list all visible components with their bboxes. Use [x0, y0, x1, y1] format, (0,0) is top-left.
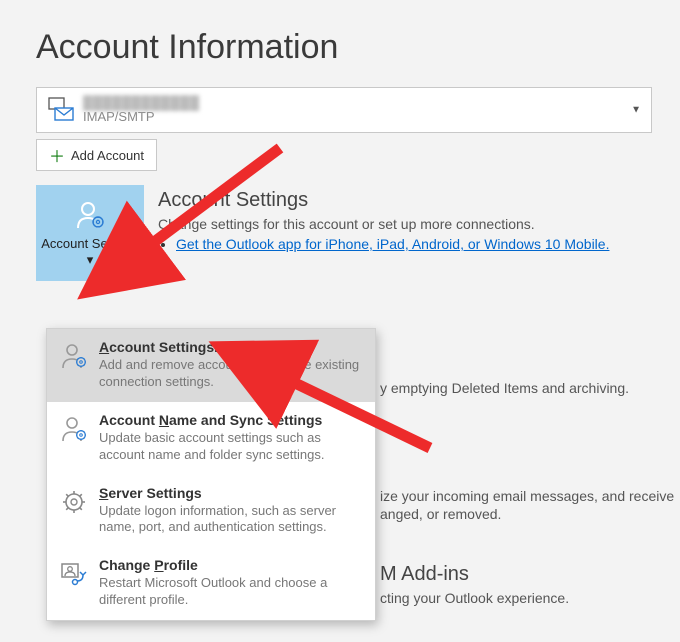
account-settings-info: Account Settings Change settings for thi… [158, 185, 680, 254]
account-protocol: IMAP/SMTP [83, 110, 200, 124]
gear-icon [59, 487, 89, 517]
chevron-down-icon[interactable]: ▼ [631, 105, 641, 116]
menu-item-desc: Update basic account settings such as ac… [99, 430, 365, 464]
mailbox-settings-partial-text: y emptying Deleted Items and archiving. [380, 380, 629, 396]
plus-icon: ＋ [49, 143, 65, 167]
addins-heading-partial: M Add-ins [380, 563, 469, 586]
addins-desc-partial: cting your Outlook experience. [380, 590, 569, 606]
menu-item-title: Account Name and Sync Settings [99, 412, 365, 428]
menu-item-name-sync-settings[interactable]: Account Name and Sync Settings Update ba… [47, 402, 375, 475]
profile-switch-icon [59, 559, 89, 589]
menu-item-desc: Update logon information, such as server… [99, 503, 365, 537]
get-outlook-app-link[interactable]: Get the Outlook app for iPhone, iPad, An… [176, 236, 609, 252]
account-mailbox-icon [47, 96, 75, 124]
rules-partial-text-line1: ize your incoming email messages, and re… [380, 488, 674, 504]
user-gear-icon [59, 341, 89, 371]
account-settings-description: Change settings for this account or set … [158, 216, 680, 232]
account-settings-tile-label: Account Settings ▾ [40, 236, 140, 267]
rules-partial-text-line2: anged, or removed. [380, 506, 501, 522]
account-selector[interactable]: ████████████ IMAP/SMTP ▼ [36, 87, 652, 133]
account-settings-heading: Account Settings [158, 189, 680, 212]
user-gear-icon [59, 414, 89, 444]
account-settings-dropdown: Account Settings... Add and remove accou… [46, 328, 376, 621]
menu-item-server-settings[interactable]: Server Settings Update logon information… [47, 475, 375, 548]
user-gear-icon [73, 198, 107, 232]
account-settings-tile[interactable]: Account Settings ▾ [36, 185, 144, 281]
menu-item-account-settings[interactable]: Account Settings... Add and remove accou… [47, 329, 375, 402]
add-account-button[interactable]: ＋ Add Account [36, 139, 157, 171]
menu-item-title: Change Profile [99, 557, 365, 573]
menu-item-desc: Add and remove accounts or change existi… [99, 357, 365, 391]
menu-item-title: Account Settings... [99, 339, 365, 355]
account-text: ████████████ IMAP/SMTP [83, 96, 200, 125]
page-title: Account Information [36, 28, 680, 67]
add-account-label: Add Account [71, 148, 144, 163]
account-email: ████████████ [83, 96, 200, 110]
chevron-down-icon: ▾ [87, 252, 94, 267]
menu-item-desc: Restart Microsoft Outlook and choose a d… [99, 575, 365, 609]
menu-item-title: Server Settings [99, 485, 365, 501]
menu-item-change-profile[interactable]: Change Profile Restart Microsoft Outlook… [47, 547, 375, 620]
